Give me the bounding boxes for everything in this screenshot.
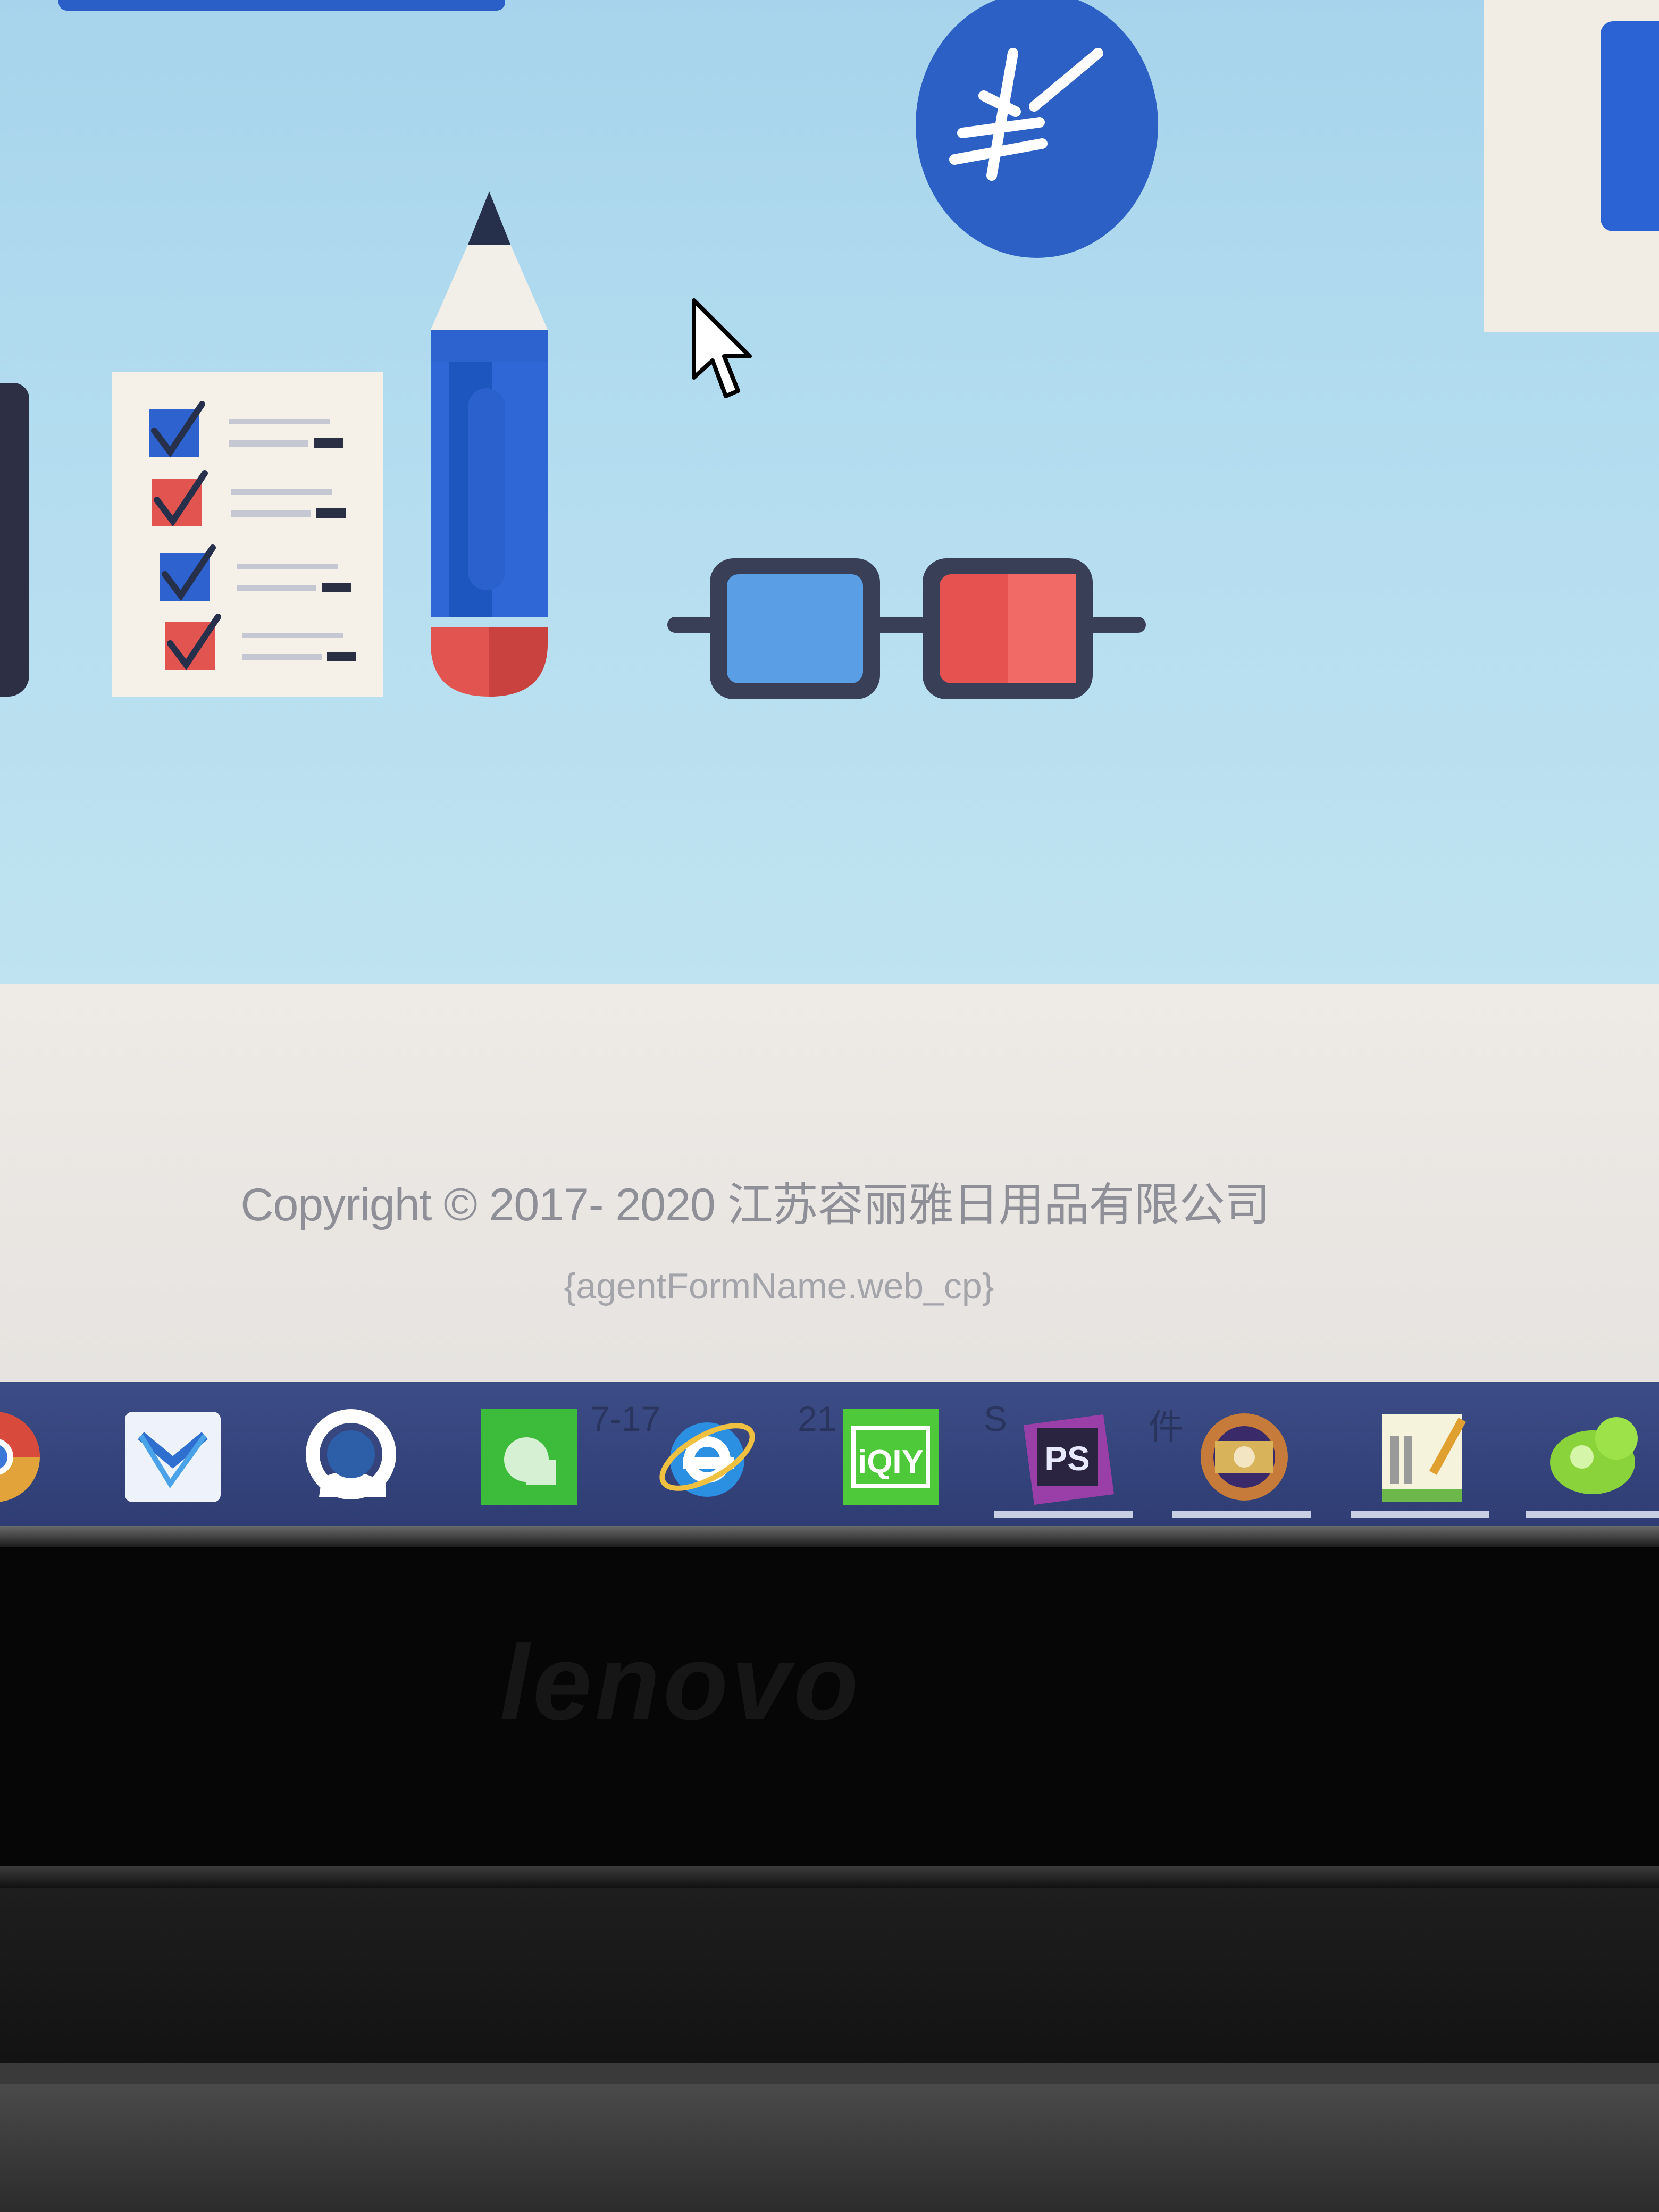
taskbar-faded-text: 7-17 bbox=[590, 1399, 661, 1438]
hero-banner bbox=[0, 0, 1659, 984]
photoshop-icon[interactable]: PS bbox=[1013, 1404, 1119, 1510]
taskbar-active-indicator bbox=[1351, 1511, 1489, 1518]
taskbar-faded-text: S bbox=[984, 1399, 1008, 1438]
mail-app-icon[interactable] bbox=[120, 1404, 226, 1510]
laptop-base bbox=[0, 1888, 1659, 2074]
taskbar-active-indicator bbox=[994, 1511, 1133, 1518]
taskbar-faded-text: 件 bbox=[1149, 1407, 1184, 1446]
photoshop-label: PS bbox=[1044, 1439, 1090, 1478]
green-app-icon[interactable] bbox=[476, 1404, 582, 1510]
right-side-card-button[interactable] bbox=[1601, 21, 1659, 231]
desk-surface bbox=[0, 2084, 1659, 2212]
settings-tool-icon[interactable] bbox=[1191, 1404, 1297, 1510]
copyright-text: Copyright © 2017- 2020 江苏容丽雅日用品有限公司 bbox=[240, 1179, 1270, 1230]
3d-glasses-icon bbox=[667, 558, 1146, 699]
hero-top-button[interactable] bbox=[58, 0, 505, 11]
internet-explorer-icon[interactable] bbox=[654, 1404, 760, 1510]
monitor-screen: Copyright © 2017- 2020 江苏容丽雅日用品有限公司 {age… bbox=[0, 0, 1659, 1526]
agent-form-placeholder: {agentFormName.web_cp} bbox=[564, 1266, 994, 1306]
checklist-icon bbox=[112, 372, 383, 697]
taskbar-active-indicator bbox=[1172, 1511, 1311, 1518]
laptop-brand-logo: lenovo bbox=[500, 1623, 862, 1742]
taskbar-faded-text: 21 bbox=[798, 1399, 837, 1438]
green-round-app-icon[interactable] bbox=[1542, 1404, 1648, 1510]
notepad-icon[interactable] bbox=[1369, 1404, 1476, 1510]
bezel-edge bbox=[0, 1866, 1659, 1888]
laptop-base-edge bbox=[0, 2063, 1659, 2084]
left-edge-illustration bbox=[0, 383, 29, 697]
chrome-icon[interactable] bbox=[0, 1404, 48, 1510]
browser-q-icon[interactable] bbox=[298, 1404, 404, 1510]
mouse-pointer-icon bbox=[692, 298, 752, 398]
iqiyi-icon[interactable]: iQIY bbox=[837, 1404, 944, 1510]
screen-bottom-edge bbox=[0, 1526, 1659, 1547]
iqiyi-label: iQIY bbox=[858, 1444, 924, 1480]
taskbar-active-indicator bbox=[1526, 1511, 1659, 1518]
yen-coin-icon bbox=[916, 0, 1158, 258]
pencil-icon bbox=[431, 191, 548, 697]
